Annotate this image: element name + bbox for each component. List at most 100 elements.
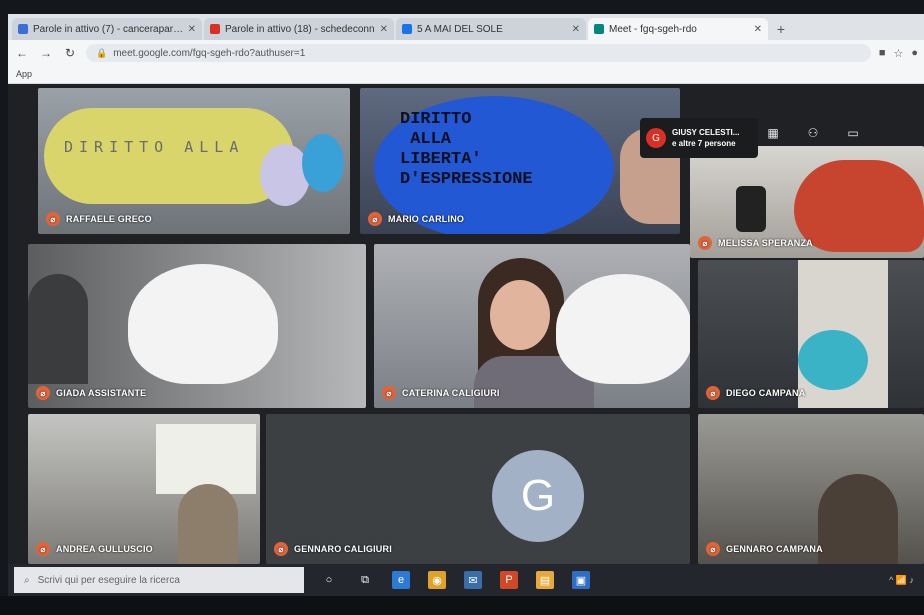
browser-toolbar: ← → ↻ 🔒 meet.google.com/fgq-sgeh-rdo?aut…: [8, 40, 924, 66]
powerpoint-icon[interactable]: P: [500, 571, 518, 589]
mic-off-icon: ⌀: [36, 542, 50, 556]
participant-avatar: G: [492, 450, 584, 542]
mic-off-icon: ⌀: [36, 386, 50, 400]
system-tray[interactable]: ^ 📶 ♪: [889, 575, 914, 586]
participant-name: DIEGO CAMPANA: [726, 388, 806, 398]
presenter-icon: G: [646, 128, 666, 148]
mail-icon[interactable]: ✉: [464, 571, 482, 589]
participant-tile[interactable]: ⌀ CATERINA CALIGIURI: [374, 244, 690, 408]
chat-icon[interactable]: ▭: [844, 126, 862, 140]
participant-tile[interactable]: ⌀ GIADA ASSISTANTE: [28, 244, 366, 408]
star-icon[interactable]: ☆: [893, 47, 903, 60]
camera-icon[interactable]: ■: [879, 47, 886, 60]
tray-icons: ^ 📶 ♪: [889, 574, 914, 585]
browser-tab[interactable]: Parole in attivo (7) - canceraparole ✕: [12, 18, 202, 40]
browser-tab[interactable]: Parole in attivo (18) - schedeconn ✕: [204, 18, 394, 40]
person: [178, 484, 238, 564]
store-icon[interactable]: ▤: [536, 571, 554, 589]
balloon-sign-text: DIRITTO ALLA LIBERTA' D'ESPRESSIONE: [400, 110, 533, 189]
mic-off-icon: ⌀: [706, 386, 720, 400]
monitor-bezel: Parole in attivo (7) - canceraparole ✕ P…: [0, 0, 924, 615]
teal-balloon: [798, 330, 868, 390]
forward-icon[interactable]: →: [38, 45, 54, 61]
tab-close-icon[interactable]: ✕: [754, 24, 762, 35]
lock-icon: 🔒: [96, 47, 108, 58]
meeting-presenter: GIUSY CELESTI...: [672, 128, 740, 137]
tab-favicon-icon: [402, 24, 412, 34]
meeting-others: e altre 7 persone: [672, 139, 736, 148]
profile-icon[interactable]: ●: [911, 47, 918, 60]
participant-name: RAFFAELE GRECO: [66, 214, 152, 224]
task-view-icon[interactable]: ⧉: [356, 571, 374, 589]
meeting-info-box[interactable]: G GIUSY CELESTI... e altre 7 persone: [640, 118, 758, 158]
participant-name-tag: ⌀ RAFFAELE GRECO: [46, 212, 152, 226]
edge-icon[interactable]: e: [392, 571, 410, 589]
phone: [736, 186, 766, 232]
participant-name-tag: ⌀ MELISSA SPERANZA: [698, 236, 813, 250]
back-icon[interactable]: ←: [14, 45, 30, 61]
mic-off-icon: ⌀: [274, 542, 288, 556]
mic-off-icon: ⌀: [706, 542, 720, 556]
participant-tile[interactable]: ⌀ ANDREA GULLUSCIO: [28, 414, 260, 564]
chrome-icon[interactable]: ◉: [428, 571, 446, 589]
participant-tile[interactable]: ⌀ DIEGO CAMPANA: [698, 260, 924, 408]
search-placeholder: Scrivi qui per eseguire la ricerca: [37, 574, 180, 586]
people-icon[interactable]: ⚇: [804, 126, 822, 140]
participant-name: MARIO CARLINO: [388, 214, 465, 224]
taskbar-search[interactable]: ⌕ Scrivi qui per eseguire la ricerca: [14, 567, 304, 593]
participant-name: CATERINA CALIGIURI: [402, 388, 500, 398]
browser-tab[interactable]: 5 A MAI DEL SOLE ✕: [396, 18, 586, 40]
layout-icon[interactable]: ▦: [764, 126, 782, 140]
participant-name-tag: ⌀ ANDREA GULLUSCIO: [36, 542, 153, 556]
person: [818, 474, 898, 564]
participant-name: GENNARO CALIGIURI: [294, 544, 392, 554]
participant-tile[interactable]: DIRITTO ALLA ⌀ RAFFAELE GRECO: [38, 88, 350, 234]
person-face: [490, 280, 550, 350]
cortana-icon[interactable]: ○: [320, 571, 338, 589]
participant-name: ANDREA GULLUSCIO: [56, 544, 153, 554]
tab-title: 5 A MAI DEL SOLE: [417, 23, 503, 35]
tab-title: Meet - fgq-sgeh-rdo: [609, 23, 697, 35]
participant-tile[interactable]: DIRITTO ALLA LIBERTA' D'ESPRESSIONE ⌀ MA…: [360, 88, 680, 234]
tab-close-icon[interactable]: ✕: [572, 24, 580, 35]
browser-tab-bar: Parole in attivo (7) - canceraparole ✕ P…: [8, 14, 924, 40]
yellow-balloon: DIRITTO ALLA: [44, 108, 294, 204]
new-tab-button[interactable]: +: [770, 18, 792, 40]
windows-taskbar: ⌕ Scrivi qui per eseguire la ricerca ○ ⧉…: [8, 564, 924, 596]
browser-tab-active[interactable]: Meet - fgq-sgeh-rdo ✕: [588, 18, 768, 40]
participant-name-tag: ⌀ MARIO CARLINO: [368, 212, 464, 226]
monitor-stand: [0, 596, 924, 615]
meet-grid: DIRITTO ALLA ⌀ RAFFAELE GRECO DIRITTO AL…: [8, 84, 924, 564]
participant-name: GIADA ASSISTANTE: [56, 388, 147, 398]
participant-name: MELISSA SPERANZA: [718, 238, 813, 248]
participant-name: GENNARO CAMPANA: [726, 544, 823, 554]
search-icon: ⌕: [24, 574, 30, 586]
tab-title: Parole in attivo (18) - schedeconn: [225, 23, 375, 35]
participant-tile[interactable]: ⌀ GENNARO CAMPANA: [698, 414, 924, 564]
participant-tile[interactable]: G ⌀ GENNARO CALIGIURI: [266, 414, 690, 564]
balloon-text: DIRITTO ALLA: [64, 138, 245, 156]
red-heart: [794, 160, 924, 252]
tab-close-icon[interactable]: ✕: [188, 24, 196, 35]
address-bar[interactable]: 🔒 meet.google.com/fgq-sgeh-rdo?authuser=…: [86, 44, 871, 62]
reload-icon[interactable]: ↻: [62, 45, 78, 61]
participant-name-tag: ⌀ DIEGO CAMPANA: [706, 386, 805, 400]
mic-off-icon: ⌀: [698, 236, 712, 250]
participant-tile[interactable]: ⌀ MELISSA SPERANZA: [690, 146, 924, 258]
mic-off-icon: ⌀: [382, 386, 396, 400]
mic-off-icon: ⌀: [46, 212, 60, 226]
participant-name-tag: ⌀ GIADA ASSISTANTE: [36, 386, 146, 400]
tab-favicon-icon: [210, 24, 220, 34]
tab-title: Parole in attivo (7) - canceraparole: [33, 23, 184, 35]
participant-name-tag: ⌀ GENNARO CALIGIURI: [274, 542, 392, 556]
meet-top-controls: ▦ ⚇ ▭: [764, 126, 862, 140]
tab-favicon-icon: [18, 24, 28, 34]
person: [28, 274, 88, 384]
mic-off-icon: ⌀: [368, 212, 382, 226]
screen: Parole in attivo (7) - canceraparole ✕ P…: [8, 14, 924, 596]
explorer-icon[interactable]: ▣: [572, 571, 590, 589]
participant-name-tag: ⌀ CATERINA CALIGIURI: [382, 386, 500, 400]
paper-heart: [556, 274, 690, 384]
apps-bookmark[interactable]: App: [16, 69, 32, 79]
tab-close-icon[interactable]: ✕: [380, 24, 388, 35]
